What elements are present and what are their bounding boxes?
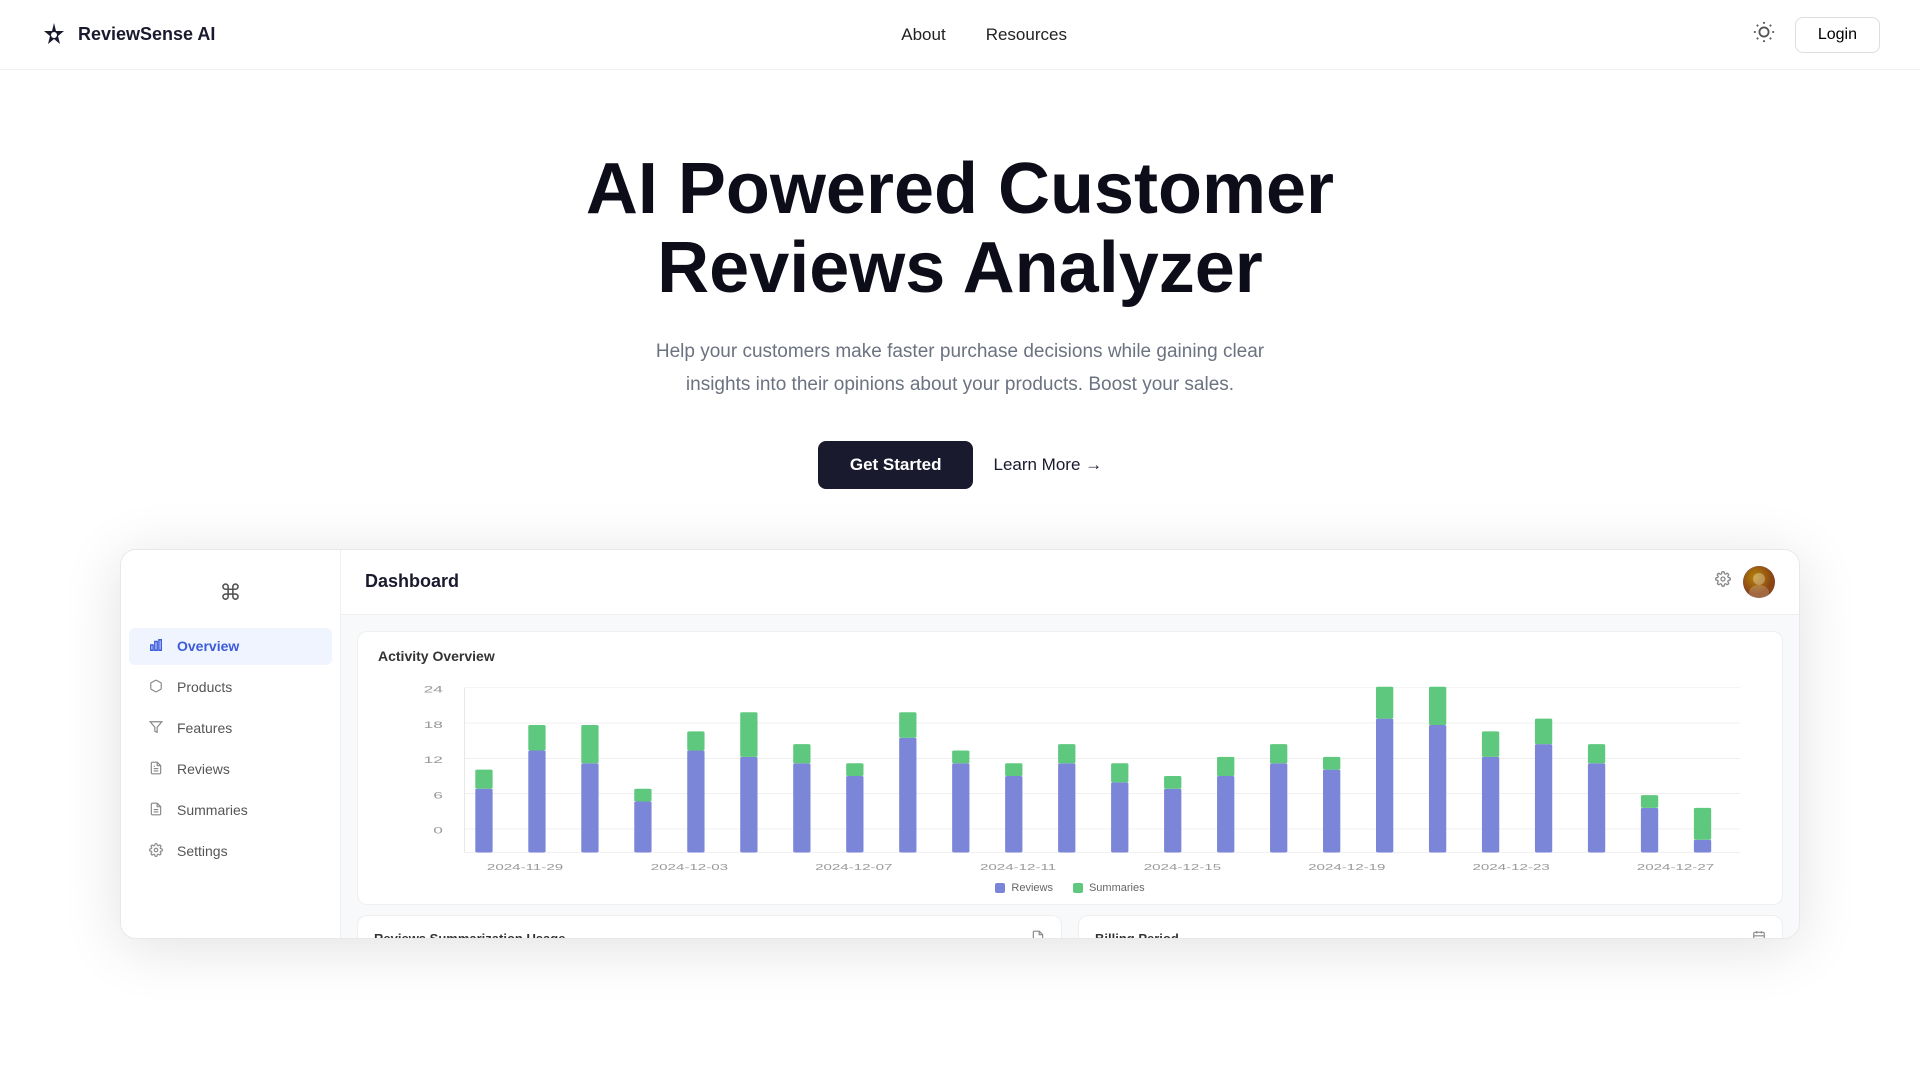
nav-links: About Resources bbox=[901, 25, 1067, 45]
svg-text:24: 24 bbox=[424, 684, 444, 695]
nav-right: Login bbox=[1753, 17, 1880, 53]
bar-chart-icon bbox=[149, 638, 167, 655]
file-text-icon-summaries bbox=[149, 802, 167, 819]
dashboard-header: Dashboard bbox=[341, 550, 1799, 615]
legend-summaries-dot bbox=[1073, 883, 1083, 893]
legend-reviews-dot bbox=[995, 883, 1005, 893]
theme-toggle-button[interactable] bbox=[1753, 21, 1775, 49]
chart-legend: Reviews Summaries bbox=[378, 882, 1762, 894]
nav-resources[interactable]: Resources bbox=[986, 25, 1067, 45]
avatar[interactable] bbox=[1743, 566, 1775, 598]
calendar-icon bbox=[1752, 930, 1766, 938]
legend-summaries: Summaries bbox=[1073, 882, 1145, 894]
logo: ReviewSense AI bbox=[40, 21, 215, 49]
sidebar-label-overview: Overview bbox=[177, 638, 239, 654]
activity-chart-svg: 24 18 12 6 0 2024-11-29 2024-12-03 2024-… bbox=[378, 676, 1762, 876]
svg-text:2024-11-29: 2024-11-29 bbox=[487, 863, 564, 872]
usage-card-title: Reviews Summarization Usage bbox=[374, 930, 1045, 938]
svg-text:2024-12-23: 2024-12-23 bbox=[1472, 863, 1550, 872]
bottom-cards: Reviews Summarization Usage Total summar… bbox=[357, 915, 1783, 938]
login-button[interactable]: Login bbox=[1795, 17, 1880, 53]
hero-subtitle: Help your customers make faster purchase… bbox=[650, 336, 1270, 401]
navbar: ReviewSense AI About Resources Login bbox=[0, 0, 1920, 70]
dashboard-header-right bbox=[1715, 566, 1775, 598]
sidebar-logo-icon: ⌘ bbox=[220, 580, 242, 606]
legend-summaries-label: Summaries bbox=[1089, 882, 1145, 894]
sidebar-item-features[interactable]: Features bbox=[129, 710, 332, 747]
sidebar-item-settings[interactable]: Settings bbox=[129, 833, 332, 870]
billing-card: Billing Period From: 28/11/2024 bbox=[1078, 915, 1783, 938]
hero-title: AI Powered Customer Reviews Analyzer bbox=[550, 150, 1370, 308]
box-icon bbox=[149, 679, 167, 696]
sidebar-logo: ⌘ bbox=[121, 570, 340, 626]
svg-text:2024-12-11: 2024-12-11 bbox=[980, 863, 1057, 872]
usage-card: Reviews Summarization Usage Total summar… bbox=[357, 915, 1062, 938]
logo-icon bbox=[40, 21, 68, 49]
chart-container: Activity Overview 24 18 12 6 0 bbox=[357, 631, 1783, 905]
usage-card-title-text: Reviews Summarization Usage bbox=[374, 931, 565, 938]
sidebar-item-summaries[interactable]: Summaries bbox=[129, 792, 332, 829]
settings-header-icon[interactable] bbox=[1715, 571, 1731, 592]
hero-section: AI Powered Customer Reviews Analyzer Hel… bbox=[510, 70, 1410, 549]
svg-text:18: 18 bbox=[424, 719, 444, 730]
hero-buttons: Get Started Learn More → bbox=[550, 441, 1370, 489]
sidebar-label-summaries: Summaries bbox=[177, 802, 248, 818]
app-preview: ⌘ Overview Products Features Reviews bbox=[120, 549, 1800, 939]
billing-card-title: Billing Period bbox=[1095, 930, 1766, 938]
billing-card-title-text: Billing Period bbox=[1095, 931, 1179, 938]
legend-reviews-label: Reviews bbox=[1011, 882, 1053, 894]
svg-text:0: 0 bbox=[433, 825, 443, 836]
sidebar: ⌘ Overview Products Features Reviews bbox=[121, 550, 341, 938]
svg-text:2024-12-07: 2024-12-07 bbox=[815, 863, 893, 872]
chart-area: 24 18 12 6 0 2024-11-29 2024-12-03 2024-… bbox=[378, 676, 1762, 876]
sidebar-label-settings: Settings bbox=[177, 843, 228, 859]
sidebar-item-reviews[interactable]: Reviews bbox=[129, 751, 332, 788]
legend-reviews: Reviews bbox=[995, 882, 1053, 894]
svg-text:2024-12-19: 2024-12-19 bbox=[1308, 863, 1386, 872]
get-started-button[interactable]: Get Started bbox=[818, 441, 974, 489]
file-card-icon bbox=[1031, 930, 1045, 938]
svg-text:12: 12 bbox=[424, 754, 444, 765]
chart-title: Activity Overview bbox=[378, 648, 1762, 664]
sidebar-label-products: Products bbox=[177, 679, 232, 695]
nav-about[interactable]: About bbox=[901, 25, 945, 45]
sidebar-label-features: Features bbox=[177, 720, 232, 736]
dashboard-title: Dashboard bbox=[365, 571, 459, 592]
learn-more-button[interactable]: Learn More → bbox=[993, 455, 1102, 475]
main-content: Dashboard Activity Overview bbox=[341, 550, 1799, 938]
svg-text:2024-12-27: 2024-12-27 bbox=[1637, 863, 1715, 872]
file-text-icon-reviews bbox=[149, 761, 167, 778]
svg-text:2024-12-15: 2024-12-15 bbox=[1144, 863, 1222, 872]
sun-icon bbox=[1753, 21, 1775, 43]
filter-icon bbox=[149, 720, 167, 737]
brand-name: ReviewSense AI bbox=[78, 24, 215, 45]
sidebar-item-overview[interactable]: Overview bbox=[129, 628, 332, 665]
sidebar-item-products[interactable]: Products bbox=[129, 669, 332, 706]
svg-text:2024-12-03: 2024-12-03 bbox=[651, 863, 729, 872]
settings-icon bbox=[149, 843, 167, 860]
sidebar-label-reviews: Reviews bbox=[177, 761, 230, 777]
svg-text:6: 6 bbox=[433, 790, 443, 801]
